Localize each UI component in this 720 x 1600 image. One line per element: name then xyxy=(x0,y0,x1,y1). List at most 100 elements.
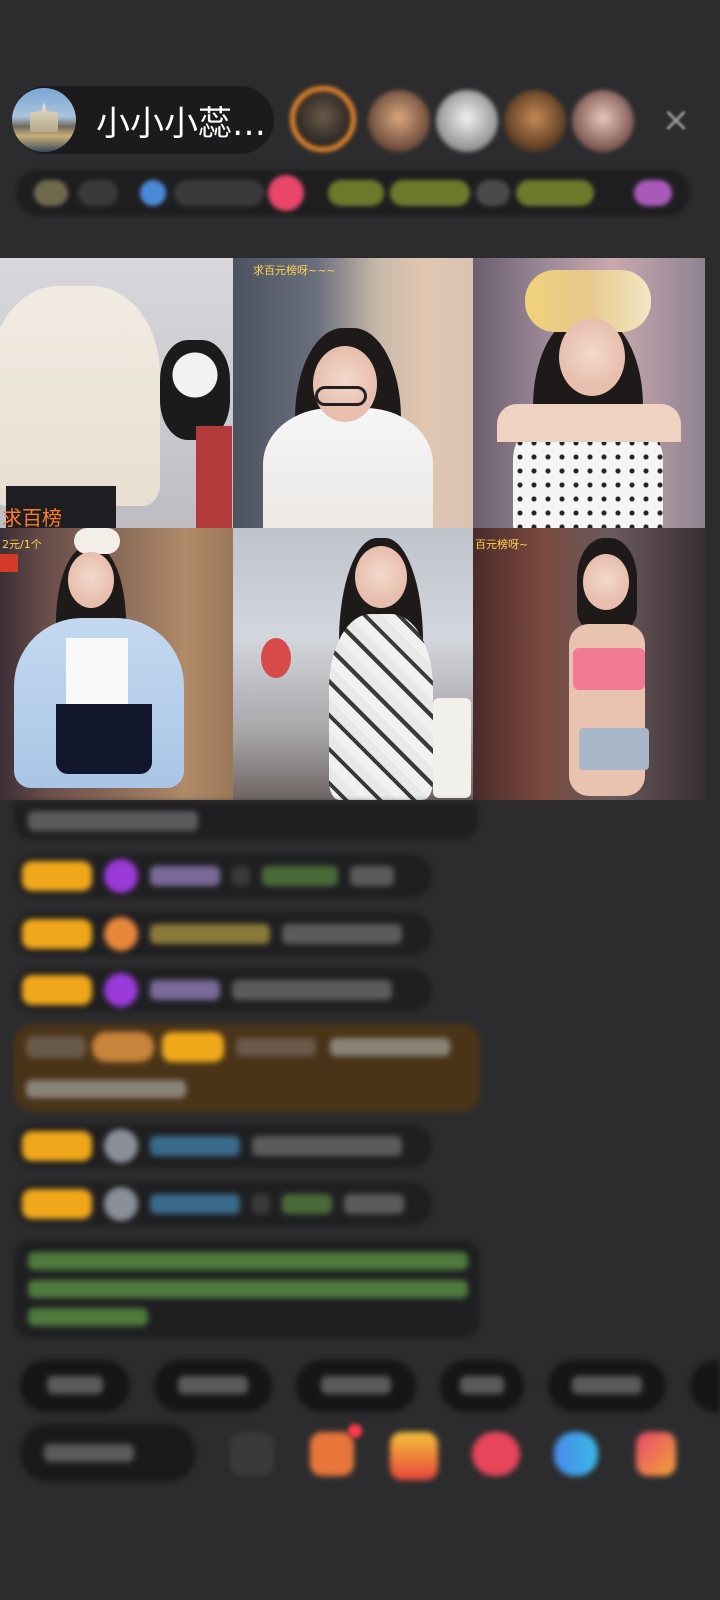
guest-sign-2: 求百元榜呀~~~ xyxy=(253,264,336,277)
quick-reply-1[interactable] xyxy=(20,1360,130,1412)
close-icon[interactable]: × xyxy=(656,100,696,140)
shoulders xyxy=(497,404,681,442)
guest-sign-6: 百元榜呀~ xyxy=(475,538,529,551)
gift-box-icon[interactable] xyxy=(390,1432,438,1480)
user-avatar-icon xyxy=(104,1187,138,1221)
guest-head xyxy=(559,318,625,396)
video-cell-6[interactable]: 百元榜呀~ xyxy=(473,528,705,800)
chair xyxy=(196,426,232,528)
gift-tag xyxy=(0,554,18,572)
chat-mention xyxy=(282,1194,332,1214)
chat-text xyxy=(232,866,250,886)
top-viewer-avatar-2[interactable] xyxy=(368,90,430,152)
guest-head xyxy=(313,346,377,422)
emoji-icon[interactable] xyxy=(230,1432,274,1476)
rules-text-line xyxy=(28,1280,468,1298)
tag-9[interactable] xyxy=(516,180,594,206)
chat-username xyxy=(150,980,220,1000)
top-viewer-avatar-5[interactable] xyxy=(572,90,634,152)
share-icon[interactable] xyxy=(554,1432,598,1476)
quick-reply-6[interactable] xyxy=(690,1360,720,1412)
quick-reply-label xyxy=(178,1376,248,1394)
tag-2[interactable] xyxy=(78,180,118,206)
lamp xyxy=(433,698,471,798)
tag-1[interactable] xyxy=(34,180,68,206)
chat-message[interactable] xyxy=(14,802,478,840)
crown-icon xyxy=(104,917,138,951)
quick-reply-label xyxy=(47,1376,103,1394)
top-viewer-avatar-3[interactable] xyxy=(436,90,498,152)
fan-badge xyxy=(22,861,92,891)
notice-text xyxy=(26,1080,186,1098)
quick-reply-label xyxy=(321,1376,391,1394)
info-tag-row[interactable] xyxy=(16,170,690,216)
video-cell-3[interactable] xyxy=(473,258,705,528)
chat-username xyxy=(150,866,220,886)
video-cell-4[interactable]: 2元/1个 xyxy=(0,528,233,800)
quick-reply-label xyxy=(460,1376,504,1394)
user-avatar-icon xyxy=(104,1129,138,1163)
chat-text xyxy=(344,1194,404,1214)
chat-input-placeholder xyxy=(44,1444,134,1462)
quick-reply-3[interactable] xyxy=(296,1360,416,1412)
diamond-icon xyxy=(104,973,138,1007)
guest-figure xyxy=(263,408,433,528)
notice-level-tag xyxy=(26,1036,86,1058)
chat-input[interactable] xyxy=(20,1424,196,1482)
notification-dot xyxy=(348,1424,362,1438)
top-viewer-avatar-1[interactable] xyxy=(290,86,356,152)
tag-8[interactable] xyxy=(476,180,510,206)
chat-text xyxy=(350,866,394,886)
system-notice[interactable] xyxy=(14,1024,480,1112)
notice-medal xyxy=(92,1032,154,1062)
chat-message[interactable] xyxy=(14,912,432,956)
chat-text xyxy=(28,811,198,831)
multi-guest-video-grid: 求百榜 求百元榜呀~~~ 2元/1个 百元榜呀~ xyxy=(0,258,705,800)
chat-text xyxy=(252,1136,402,1156)
panda-plush-icon xyxy=(160,340,230,440)
quick-reply-5[interactable] xyxy=(548,1360,666,1412)
chat-message[interactable] xyxy=(14,1182,432,1226)
chat-username xyxy=(150,1136,240,1156)
guest-head xyxy=(68,552,114,608)
top-viewer-avatar-4[interactable] xyxy=(504,90,566,152)
video-cell-1[interactable]: 求百榜 xyxy=(0,258,233,528)
guest-figure xyxy=(0,286,160,506)
chat-text xyxy=(282,924,402,944)
bunny-headband-icon xyxy=(74,528,120,554)
chat-message[interactable] xyxy=(14,1124,432,1168)
chat-username xyxy=(150,1194,240,1214)
gift-icon[interactable] xyxy=(636,1432,676,1476)
fan-badge xyxy=(22,919,92,949)
red-packet-icon[interactable] xyxy=(472,1432,520,1476)
host-name[interactable]: 小小小蕊… xyxy=(96,96,266,145)
chat-text xyxy=(232,980,392,1000)
system-rules-notice[interactable] xyxy=(14,1240,480,1338)
guest-skirt xyxy=(56,704,152,774)
chat-username xyxy=(150,924,270,944)
guest-head xyxy=(355,546,407,608)
shop-icon[interactable] xyxy=(310,1432,354,1476)
video-cell-5[interactable] xyxy=(233,528,473,800)
guest-tube-top xyxy=(573,648,645,690)
tag-5[interactable] xyxy=(268,175,304,211)
quick-reply-2[interactable] xyxy=(154,1360,272,1412)
tag-10[interactable] xyxy=(634,180,672,206)
notice-text xyxy=(330,1038,450,1056)
guest-shorts xyxy=(579,728,649,770)
guest-dress xyxy=(329,614,433,800)
chat-message[interactable] xyxy=(14,854,432,898)
video-cell-2[interactable]: 求百元榜呀~~~ xyxy=(233,258,473,528)
host-avatar[interactable] xyxy=(12,88,76,152)
tag-4[interactable] xyxy=(174,180,264,206)
host-info-pill[interactable]: 小小小蕊… xyxy=(12,86,274,154)
tag-7[interactable] xyxy=(390,180,470,206)
fan-badge xyxy=(162,1032,224,1062)
tag-6[interactable] xyxy=(328,180,384,206)
quick-reply-4[interactable] xyxy=(440,1360,524,1412)
quick-reply-label xyxy=(572,1376,642,1394)
tag-3[interactable] xyxy=(140,180,166,206)
fan-badge xyxy=(22,975,92,1005)
guest-sign-1: 求百榜 xyxy=(2,506,62,528)
chat-message[interactable] xyxy=(14,968,432,1012)
